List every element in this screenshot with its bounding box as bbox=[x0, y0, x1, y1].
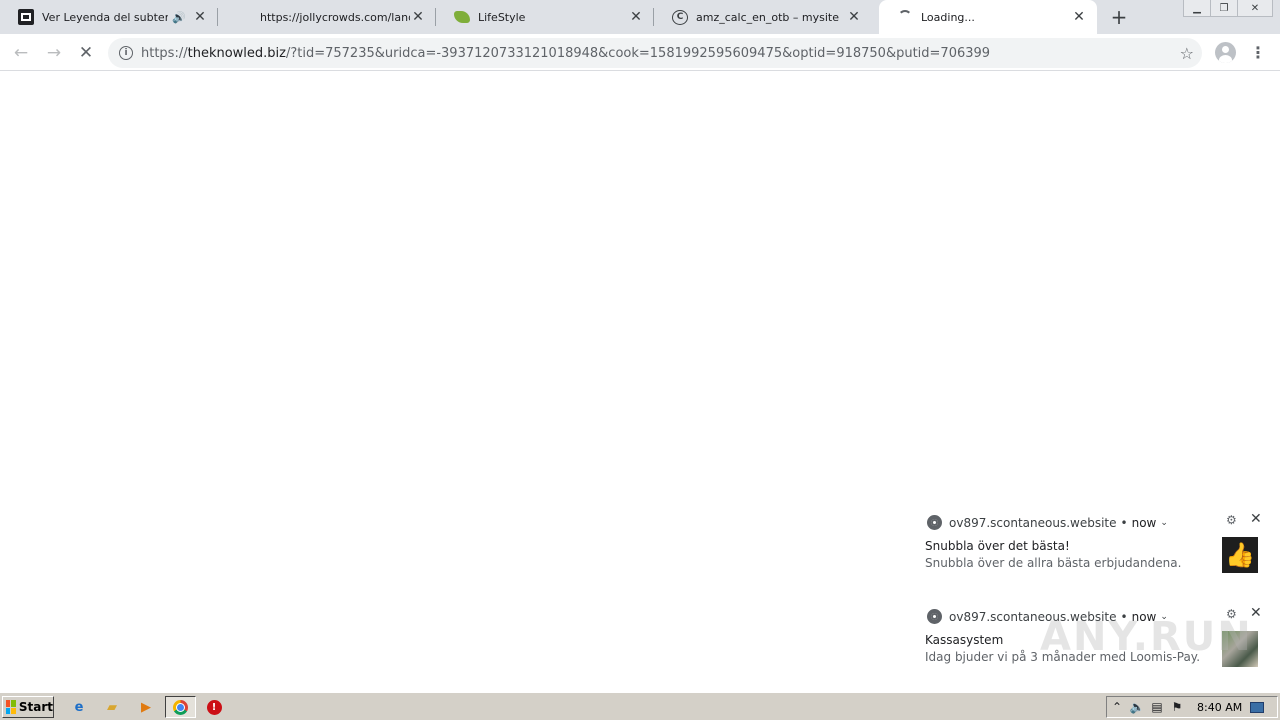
volume-icon[interactable]: 🔈 bbox=[1127, 697, 1147, 717]
back-button[interactable]: ← bbox=[8, 40, 34, 66]
browser-toolbar: ← → ✕ i https://theknowled.biz/?tid=7572… bbox=[0, 34, 1280, 71]
url-text[interactable]: https://theknowled.biz/?tid=757235&uridc… bbox=[141, 46, 1180, 61]
watermark-logo: ANY.RUN bbox=[1040, 614, 1253, 660]
tab-title: Loading... bbox=[921, 10, 975, 24]
url-host: theknowled.biz bbox=[187, 45, 286, 61]
forward-button[interactable]: → bbox=[41, 40, 67, 66]
system-tray: ⌃ 🔈 ▤ ⚑ 8:40 AM bbox=[1106, 696, 1278, 718]
notification-header: ov897.scontaneous.website • now ⌄ bbox=[927, 515, 1168, 530]
chrome-icon bbox=[173, 699, 188, 715]
c-icon: C bbox=[672, 9, 688, 25]
new-tab-button[interactable]: + bbox=[1108, 5, 1130, 29]
show-desktop-icon[interactable] bbox=[1250, 701, 1265, 713]
notification-time: now bbox=[1131, 515, 1157, 530]
tab-strip: Ver Leyenda del subterráneo 🔊 ✕ https://… bbox=[0, 0, 1280, 34]
tab-close-icon[interactable]: ✕ bbox=[846, 9, 862, 25]
thumbs-up-image: 👍 bbox=[1222, 537, 1258, 573]
stop-icon: ✕ bbox=[78, 43, 94, 63]
minimize-icon: ▁ bbox=[1193, 2, 1201, 14]
tab-close-icon[interactable]: ✕ bbox=[192, 9, 208, 25]
start-label: Start bbox=[18, 700, 53, 714]
blank-icon bbox=[236, 9, 252, 25]
chevron-down-icon[interactable]: ⌄ bbox=[1160, 518, 1168, 528]
restore-button[interactable]: ❐ bbox=[1210, 0, 1238, 17]
stop-button[interactable]: ✕ bbox=[73, 40, 99, 66]
speaker-icon[interactable]: 🔊 bbox=[172, 11, 186, 24]
opera-taskbar-button[interactable]: ! bbox=[204, 697, 224, 717]
clock[interactable]: 8:40 AM bbox=[1197, 701, 1242, 714]
notification-origin: ov897.scontaneous.website bbox=[949, 515, 1117, 530]
separator-dot: • bbox=[1120, 515, 1128, 530]
network-icon[interactable]: ▤ bbox=[1147, 697, 1167, 717]
loading-spinner-icon bbox=[897, 9, 913, 25]
flag-icon[interactable]: ⚑ bbox=[1167, 697, 1187, 717]
tab-title: Ver Leyenda del subterráneo bbox=[42, 10, 169, 24]
tab-4[interactable]: C amz_calc_en_otb – mysite ✕ bbox=[654, 0, 872, 34]
tab-title: amz_calc_en_otb – mysite bbox=[696, 10, 839, 24]
leaf-icon bbox=[454, 9, 470, 25]
tab-close-icon[interactable]: ✕ bbox=[1071, 9, 1087, 25]
taskbar: Start e ▰ ▶ ! ⌃ 🔈 ▤ ⚑ 8:40 AM bbox=[0, 692, 1280, 720]
notification-card[interactable]: ov897.scontaneous.website • now ⌄ ⚙ ✕ Sn… bbox=[917, 509, 1269, 587]
tab-title: https://jollycrowds.com/land/roulette bbox=[260, 10, 410, 24]
tab-close-icon[interactable]: ✕ bbox=[410, 9, 426, 25]
tab-3[interactable]: LifeStyle ✕ bbox=[436, 0, 654, 34]
tab-2[interactable]: https://jollycrowds.com/land/roulette ✕ bbox=[218, 0, 436, 34]
profile-avatar-icon[interactable] bbox=[1215, 42, 1236, 63]
close-icon: ✕ bbox=[1250, 2, 1260, 14]
opera-icon: ! bbox=[206, 699, 222, 715]
close-icon[interactable]: ✕ bbox=[1250, 511, 1262, 527]
arrow-right-icon: → bbox=[46, 43, 62, 63]
windows-logo-icon bbox=[6, 700, 16, 714]
tab-close-icon[interactable]: ✕ bbox=[628, 9, 644, 25]
start-button[interactable]: Start bbox=[2, 696, 54, 718]
chevron-up-icon[interactable]: ⌃ bbox=[1107, 697, 1127, 717]
kebab-menu-icon[interactable]: ⋮ bbox=[1250, 42, 1266, 62]
tab-1[interactable]: Ver Leyenda del subterráneo 🔊 ✕ bbox=[0, 0, 218, 34]
notification-body: Snubbla över de allra bästa erbjudandena… bbox=[925, 556, 1182, 570]
url-scheme: https:// bbox=[141, 45, 188, 61]
tab-5-active[interactable]: Loading... ✕ bbox=[879, 0, 1097, 34]
bookmark-star-icon[interactable]: ☆ bbox=[1180, 44, 1194, 63]
info-icon[interactable]: i bbox=[119, 46, 133, 60]
media-player-icon[interactable]: ▶ bbox=[136, 697, 156, 717]
internet-explorer-icon[interactable]: e bbox=[69, 697, 89, 717]
chrome-icon bbox=[927, 609, 942, 624]
chrome-icon bbox=[927, 515, 942, 530]
restore-icon: ❐ bbox=[1219, 2, 1229, 14]
close-window-button[interactable]: ✕ bbox=[1237, 0, 1273, 17]
address-bar[interactable]: i https://theknowled.biz/?tid=757235&uri… bbox=[108, 38, 1202, 68]
tab-title: LifeStyle bbox=[478, 10, 526, 24]
url-path: /?tid=757235&uridca=-3937120733121018948… bbox=[285, 45, 991, 61]
folder-icon[interactable]: ▰ bbox=[102, 697, 122, 717]
page-content bbox=[0, 72, 1280, 692]
film-icon bbox=[18, 9, 34, 25]
minimize-button[interactable]: ▁ bbox=[1183, 0, 1211, 17]
notification-title: Snubbla över det bästa! bbox=[925, 539, 1070, 553]
notification-title: Kassasystem bbox=[925, 633, 1004, 647]
arrow-left-icon: ← bbox=[13, 43, 29, 63]
gear-icon[interactable]: ⚙ bbox=[1226, 513, 1237, 527]
chrome-taskbar-button[interactable] bbox=[165, 696, 196, 718]
